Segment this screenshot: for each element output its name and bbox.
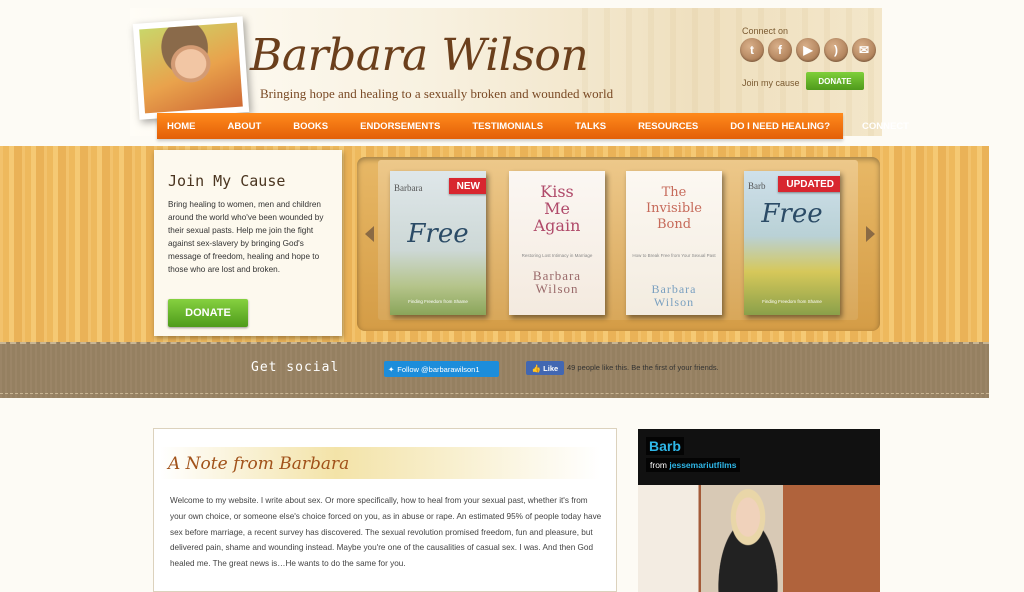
nav-do-i-need-healing[interactable]: DO I NEED HEALING? [720, 121, 830, 132]
new-badge: NEW [448, 178, 486, 194]
updated-badge: UPDATED [778, 176, 840, 192]
join-cause-card: Join My Cause Bring healing to women, me… [154, 150, 342, 336]
book-subtitle: Finding Freedom from Shame [762, 299, 822, 304]
book-author: Barbara Wilson [651, 282, 697, 309]
nav-talks[interactable]: TALKS [565, 121, 606, 132]
carousel-next-icon[interactable] [866, 226, 875, 242]
video-title[interactable]: Barb [646, 437, 684, 455]
nav-books[interactable]: BOOKS [283, 121, 328, 132]
video-from-label: from [650, 460, 667, 470]
cause-donate-button[interactable]: DONATE [168, 299, 248, 327]
twitter-follow-button[interactable]: ✦ Follow @barbarawilson1 [384, 361, 499, 377]
video-person [702, 485, 794, 592]
facebook-like-count: 49 people like this. Be the first of you… [567, 363, 719, 372]
nav-home[interactable]: HOME [157, 121, 196, 132]
join-cause-label: Join my cause [742, 78, 800, 88]
video-channel-link[interactable]: jessemariutfilms [669, 460, 736, 470]
header-donate-button[interactable]: DONATE [806, 72, 864, 90]
twitter-follow-label: Follow @barbarawilson1 [397, 364, 480, 374]
video-byline: from jessemariutfilms [646, 458, 741, 472]
get-social-label: Get social [251, 360, 340, 375]
connect-label: Connect on [742, 26, 789, 36]
book-author: Barbara Wilson [532, 268, 582, 296]
book-subtitle: Restoring Lost Intimacy in Marriage [521, 253, 593, 258]
email-icon[interactable]: ✉ [852, 38, 876, 62]
author-photo [139, 22, 243, 114]
book-subtitle: How to Break Free from Your Sexual Past [632, 253, 716, 258]
book-cover-kiss-me-again[interactable]: Kiss Me Again Restoring Lost Intimacy in… [509, 171, 605, 315]
cause-title: Join My Cause [168, 172, 286, 190]
fb-like-label: Like [543, 363, 559, 373]
note-body: Welcome to my website. I write about sex… [170, 496, 602, 569]
book-title: Free [761, 199, 823, 229]
book-title: The Invisible Bond [645, 185, 702, 232]
note-title: A Note from Barbara [168, 454, 350, 474]
main-nav: HOME ABOUT BOOKS ENDORSEMENTS TESTIMONIA… [157, 113, 909, 139]
youtube-icon[interactable]: ▶ [796, 38, 820, 62]
nav-resources[interactable]: RESOURCES [628, 121, 698, 132]
cause-description: Bring healing to women, men and children… [168, 200, 324, 274]
nav-about[interactable]: ABOUT [218, 121, 262, 132]
book-title: Kiss Me Again [533, 182, 581, 235]
site-title[interactable]: Barbara Wilson [250, 30, 589, 81]
facebook-icon[interactable]: f [768, 38, 792, 62]
book-subtitle: Finding Freedom from Shame [408, 299, 468, 304]
thumbs-up-icon: 👍 [531, 363, 542, 373]
book-cover-free-updated[interactable]: Barb Free Finding Freedom from Shame UPD… [744, 171, 840, 315]
nav-connect[interactable]: CONNECT [852, 121, 909, 132]
facebook-like-button[interactable]: 👍 Like [526, 361, 564, 375]
book-cover-free[interactable]: Barbara Free Finding Freedom from Shame … [390, 171, 486, 315]
site-tagline: Bringing hope and healing to a sexually … [260, 86, 614, 101]
twitter-bird-icon: ✦ [388, 364, 395, 374]
rss-icon[interactable]: ) [824, 38, 848, 62]
book-title: Free [407, 219, 469, 249]
author-photo-frame [132, 16, 250, 120]
social-icons: t f ▶ ) ✉ [740, 38, 876, 62]
carousel-prev-icon[interactable] [365, 226, 374, 242]
nav-endorsements[interactable]: ENDORSEMENTS [350, 121, 440, 132]
twitter-icon[interactable]: t [740, 38, 764, 62]
nav-testimonials[interactable]: TESTIMONIALS [462, 121, 543, 132]
book-cover-invisible-bond[interactable]: The Invisible Bond How to Break Free fro… [626, 171, 722, 315]
